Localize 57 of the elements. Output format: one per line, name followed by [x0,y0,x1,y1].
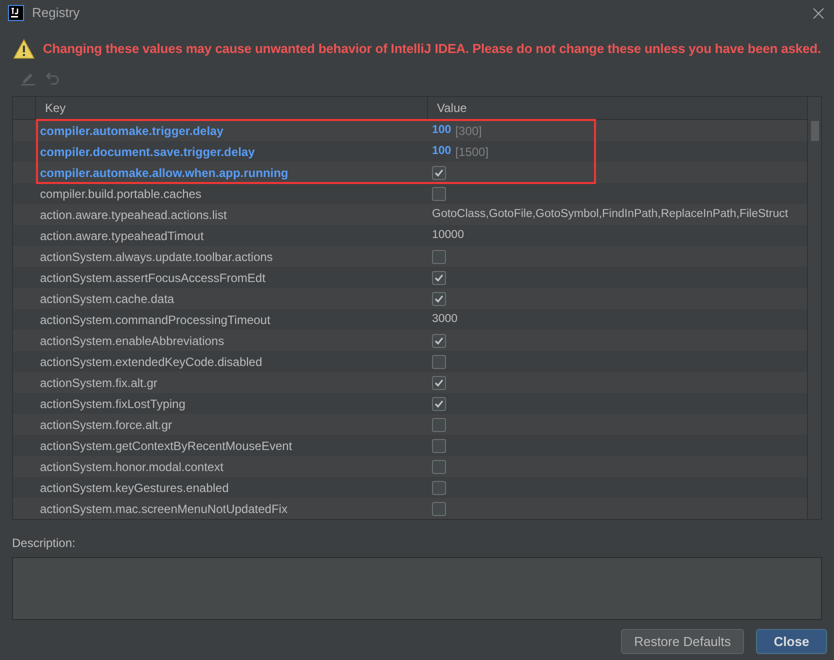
description-label: Description: [12,535,76,552]
check-icon [434,336,444,346]
value-cell-text: 100 [432,144,452,159]
checkbox[interactable] [432,292,446,306]
key-cell-text: compiler.automake.allow.when.app.running [40,164,288,182]
key-cell-text: actionSystem.extendedKeyCode.disabled [40,354,262,370]
check-icon [434,378,444,388]
checkbox[interactable] [432,438,446,452]
restore-defaults-button[interactable]: Restore Defaults [621,629,744,654]
default-value: [300] [455,122,482,140]
key-cell-text: compiler.automake.trigger.delay [40,122,224,140]
warning-icon [13,37,35,61]
key-cell-text: actionSystem.fixLostTyping [40,396,186,412]
close-icon[interactable] [813,8,824,18]
key-cell-text: actionSystem.fix.alt.gr [40,374,158,392]
value-cell-text: 3000 [432,312,458,327]
key-cell-text: action.aware.typeaheadTimout [40,228,204,244]
checkbox[interactable] [432,396,446,410]
key-cell-text: actionSystem.enableAbbreviations [40,332,224,350]
checkbox[interactable] [432,166,446,180]
value-cell-text: GotoClass,GotoFile,GotoSymbol,FindInPath,ReplaceInPath,FileStruct [432,206,788,222]
value-cell-text: 10000 [432,228,464,243]
checkbox[interactable] [432,502,446,516]
checkbox[interactable] [432,270,446,284]
check-icon [434,398,444,408]
check-icon [434,168,444,178]
checkbox[interactable] [432,460,446,474]
checkbox[interactable] [432,418,446,432]
key-cell-text: compiler.build.portable.caches [40,186,202,202]
warning-message: Changing these values may cause unwanted behavior of IntelliJ IDEA. Please do not change these unless you have been asked. [42,40,821,58]
default-value: [1500] [455,144,489,160]
checkbox[interactable] [432,250,446,264]
key-cell-text: actionSystem.assertFocusAccessFromEdt [40,270,266,286]
key-cell-text: compiler.document.save.trigger.delay [40,144,255,160]
checkbox[interactable] [432,480,446,494]
check-icon [434,272,444,282]
key-cell-text: actionSystem.getContextByRecentMouseEvent [40,438,292,454]
key-cell-text: action.aware.typeahead.actions.list [40,206,227,224]
close-button[interactable]: Close [756,629,827,654]
key-cell-text: actionSystem.honor.modal.context [40,458,224,476]
window-title: Registry [32,4,80,22]
key-cell-text: actionSystem.keyGestures.enabled [40,480,229,496]
key-cell-text: actionSystem.always.update.toolbar.actions [40,248,273,266]
checkbox[interactable] [432,334,446,348]
key-cell-text: actionSystem.force.alt.gr [40,416,172,434]
key-cell-text: actionSystem.commandProcessingTimeout [40,312,270,328]
key-cell-text: actionSystem.cache.data [40,290,174,308]
check-icon [434,294,444,304]
key-cell-text: actionSystem.mac.screenMenuNotUpdatedFix [40,500,288,518]
scrollbar[interactable] [807,97,821,519]
column-header[interactable]: Key [36,97,428,119]
value-cell-text: 100 [432,122,452,138]
checkbox[interactable] [432,354,446,368]
checkbox[interactable] [432,376,446,390]
app-logo-icon [8,5,24,21]
column-header[interactable]: Value [428,97,807,119]
checkbox[interactable] [432,186,446,200]
